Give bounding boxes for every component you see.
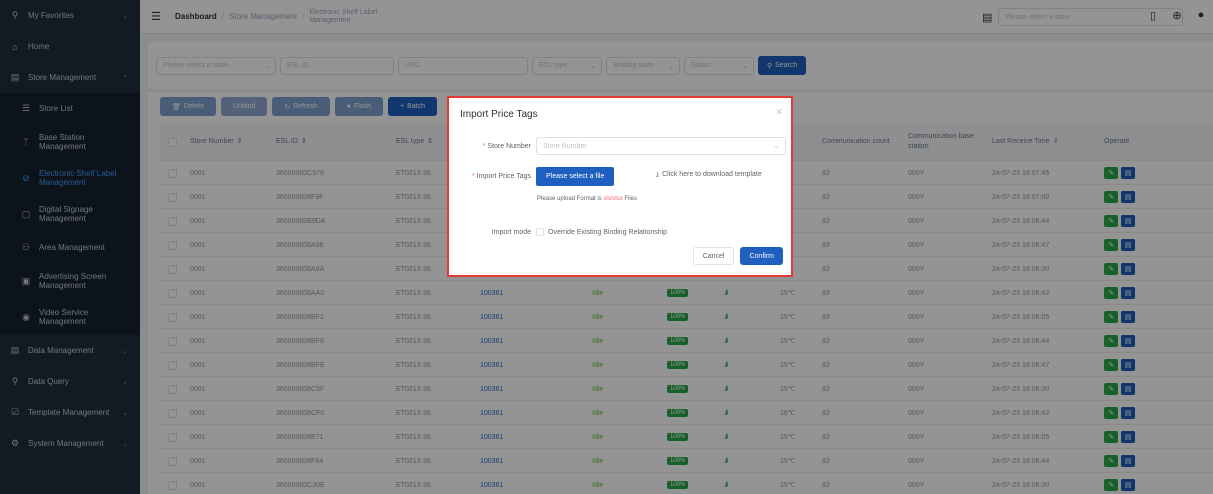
- confirm-button[interactable]: Confirm: [740, 247, 783, 265]
- download-icon: ⤓: [656, 171, 660, 178]
- override-option-label[interactable]: Override Existing Binding Relationship: [548, 229, 667, 236]
- import-price-tags-label: Import Price Tags: [476, 173, 531, 180]
- store-number-label: Store Number: [487, 142, 531, 150]
- import-mode-label: Import mode: [491, 228, 531, 236]
- store-number-row: * Store Number Store Number ⌄: [449, 137, 786, 155]
- override-checkbox[interactable]: [536, 228, 544, 236]
- import-mode-row: Import mode Override Existing Binding Re…: [449, 228, 667, 236]
- select-file-button[interactable]: Please select a file: [536, 167, 615, 186]
- dialog-title: Import Price Tags: [460, 109, 538, 120]
- cancel-button[interactable]: Cancel: [692, 247, 735, 265]
- import-price-tags-dialog: Import Price Tags ✕ * Store Number Store …: [447, 96, 793, 277]
- import-file-row: * Import Price Tags Please select a file …: [449, 167, 793, 186]
- chevron-down-icon: ⌄: [773, 143, 779, 150]
- upload-format-hint: Please upload Format is xls/xlsx Files: [537, 196, 638, 202]
- close-icon[interactable]: ✕: [775, 107, 783, 118]
- download-template-link[interactable]: ⤓ Click here to download template: [656, 171, 762, 179]
- dialog-footer: Cancel Confirm: [692, 247, 783, 265]
- store-number-select[interactable]: Store Number ⌄: [536, 137, 786, 155]
